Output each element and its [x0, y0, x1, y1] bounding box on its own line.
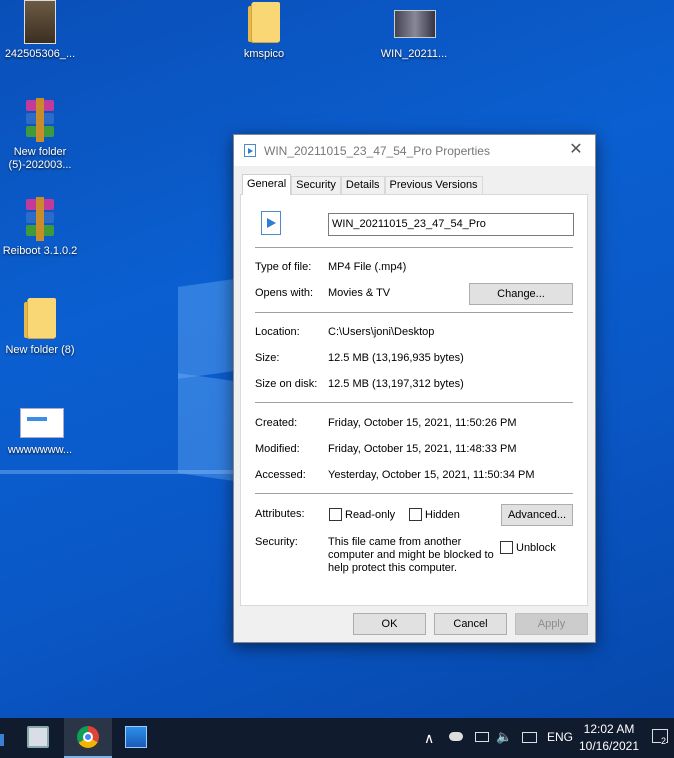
desktop-icon-label: 242505306_...	[4, 48, 76, 60]
location-label: Location:	[255, 326, 300, 338]
change-button[interactable]: Change...	[469, 283, 573, 305]
dialog-titlebar[interactable]: WIN_20211015_23_47_54_Pro Properties ✕	[234, 135, 595, 166]
taskbar: ∧ 🔈 ENG 12:02 AM 10/16/2021 2	[0, 718, 674, 758]
desktop-icon-label: WIN_20211...	[380, 48, 448, 60]
speaker-icon[interactable]: 🔈	[496, 729, 512, 758]
advanced-button[interactable]: Advanced...	[501, 504, 573, 526]
security-message: This file came from another computer and…	[328, 536, 494, 575]
ok-button[interactable]: OK	[353, 613, 426, 635]
document-thumbnail-icon	[20, 396, 64, 440]
cancel-button[interactable]: Cancel	[434, 613, 507, 635]
properties-dialog: WIN_20211015_23_47_54_Pro Properties ✕ G…	[233, 134, 596, 643]
modified-value: Friday, October 15, 2021, 11:48:33 PM	[328, 443, 517, 455]
type-value: MP4 File (.mp4)	[328, 261, 407, 273]
show-desktop-edge[interactable]	[0, 734, 4, 746]
chrome-icon	[77, 726, 99, 748]
divider	[255, 247, 573, 248]
video-file-icon	[261, 211, 281, 235]
desktop-icon-reiboot[interactable]: Reiboot 3.1.0.2	[2, 197, 78, 258]
desktop-icon-label: kmspico	[243, 48, 285, 60]
battery-icon[interactable]	[475, 732, 489, 742]
size-on-disk-value: 12.5 MB (13,197,312 bytes)	[328, 378, 464, 390]
attributes-label: Attributes:	[255, 508, 305, 520]
clock-time: 12:02 AM	[583, 722, 635, 736]
file-name-field[interactable]: WIN_20211015_23_47_54_Pro	[328, 213, 574, 236]
desktop-icon-label: wwwwwww...	[7, 444, 73, 456]
folder-icon	[20, 296, 60, 340]
hidden-label: Hidden	[425, 509, 460, 521]
desktop-icon-kmspico[interactable]: kmspico	[226, 0, 302, 61]
clock[interactable]: 12:02 AM 10/16/2021	[575, 721, 643, 755]
size-on-disk-label: Size on disk:	[255, 378, 318, 390]
desktop-icon-label: New folder (8)	[5, 344, 75, 356]
taskbar-app-remote-desktop[interactable]	[14, 718, 62, 758]
taskbar-app-photos[interactable]	[112, 718, 160, 758]
divider	[255, 312, 573, 313]
cloud-icon[interactable]	[449, 732, 463, 741]
dialog-title: WIN_20211015_23_47_54_Pro Properties	[264, 144, 490, 158]
unblock-label: Unblock	[516, 542, 556, 554]
created-value: Friday, October 15, 2021, 11:50:26 PM	[328, 417, 517, 429]
taskbar-app-chrome[interactable]	[64, 718, 112, 758]
clock-date: 10/16/2021	[578, 739, 640, 753]
opens-with-value: Movies & TV	[328, 287, 391, 299]
type-label: Type of file:	[255, 261, 312, 273]
computer-icon	[27, 726, 49, 748]
image-thumbnail-icon	[20, 0, 60, 44]
desktop-icon-label: New folder (5)-202003...	[8, 146, 72, 171]
size-label: Size:	[255, 352, 280, 364]
winrar-archive-icon	[20, 98, 60, 142]
video-file-icon	[244, 144, 256, 157]
unblock-checkbox[interactable]	[500, 541, 513, 554]
photos-icon	[125, 726, 147, 748]
readonly-checkbox[interactable]	[329, 508, 342, 521]
security-label: Security:	[255, 536, 298, 548]
accessed-label: Accessed:	[255, 469, 306, 481]
video-thumbnail-icon	[394, 0, 436, 44]
folder-icon	[244, 0, 284, 44]
notification-icon[interactable]: 2	[652, 729, 668, 746]
desktop-icon-new-folder-8[interactable]: New folder (8)	[2, 296, 78, 357]
divider	[255, 493, 573, 494]
tab-strip: General Security Details Previous Versio…	[242, 174, 483, 195]
desktop-icon-video[interactable]: WIN_20211...	[376, 0, 452, 61]
general-panel: WIN_20211015_23_47_54_Pro Type of file: …	[240, 194, 588, 606]
security-text-line: This file came from another	[328, 536, 462, 548]
modified-label: Modified:	[255, 443, 300, 455]
divider	[255, 402, 573, 403]
language-indicator[interactable]: ENG	[547, 730, 573, 758]
readonly-label: Read-only	[345, 509, 396, 521]
location-value: C:\Users\joni\Desktop	[328, 326, 435, 338]
apply-button[interactable]: Apply	[515, 613, 588, 635]
size-value: 12.5 MB (13,196,935 bytes)	[328, 352, 464, 364]
hidden-checkbox[interactable]	[409, 508, 422, 521]
tab-previous-versions[interactable]: Previous Versions	[384, 176, 483, 194]
accessed-value: Yesterday, October 15, 2021, 11:50:34 PM	[328, 469, 535, 481]
desktop-icon-label: Reiboot 3.1.0.2	[2, 245, 78, 257]
tab-security[interactable]: Security	[291, 176, 341, 194]
tab-general[interactable]: General	[242, 174, 292, 195]
security-text-line: help protect this computer.	[328, 562, 458, 574]
network-icon[interactable]	[522, 732, 537, 743]
tab-details[interactable]: Details	[340, 176, 385, 194]
security-text-line: computer and might be blocked to	[328, 549, 494, 561]
desktop-icon-image[interactable]: 242505306_...	[2, 0, 78, 61]
chevron-up-icon[interactable]: ∧	[424, 730, 434, 758]
close-icon[interactable]: ✕	[565, 139, 587, 161]
desktop-icon-document[interactable]: wwwwwww...	[2, 396, 78, 457]
desktop-icon-new-folder-5[interactable]: New folder (5)-202003...	[2, 98, 78, 172]
winrar-archive-icon	[20, 197, 60, 241]
notification-count: 2	[661, 736, 667, 746]
opens-with-label: Opens with:	[255, 287, 314, 299]
created-label: Created:	[255, 417, 298, 429]
